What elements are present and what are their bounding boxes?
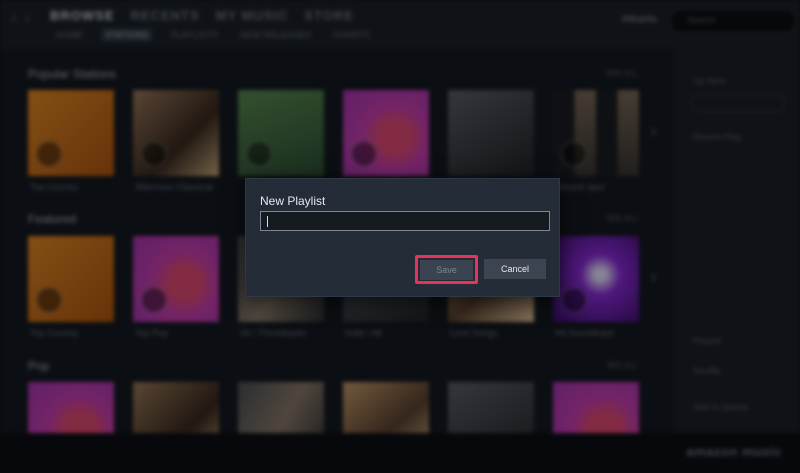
save-button[interactable]: Save [420, 260, 473, 280]
playlist-name-input[interactable] [260, 211, 550, 231]
text-cursor [267, 216, 268, 227]
dialog-title: New Playlist [260, 194, 326, 208]
new-playlist-dialog: New Playlist Save Cancel [245, 178, 560, 297]
cancel-button[interactable]: Cancel [484, 259, 546, 279]
